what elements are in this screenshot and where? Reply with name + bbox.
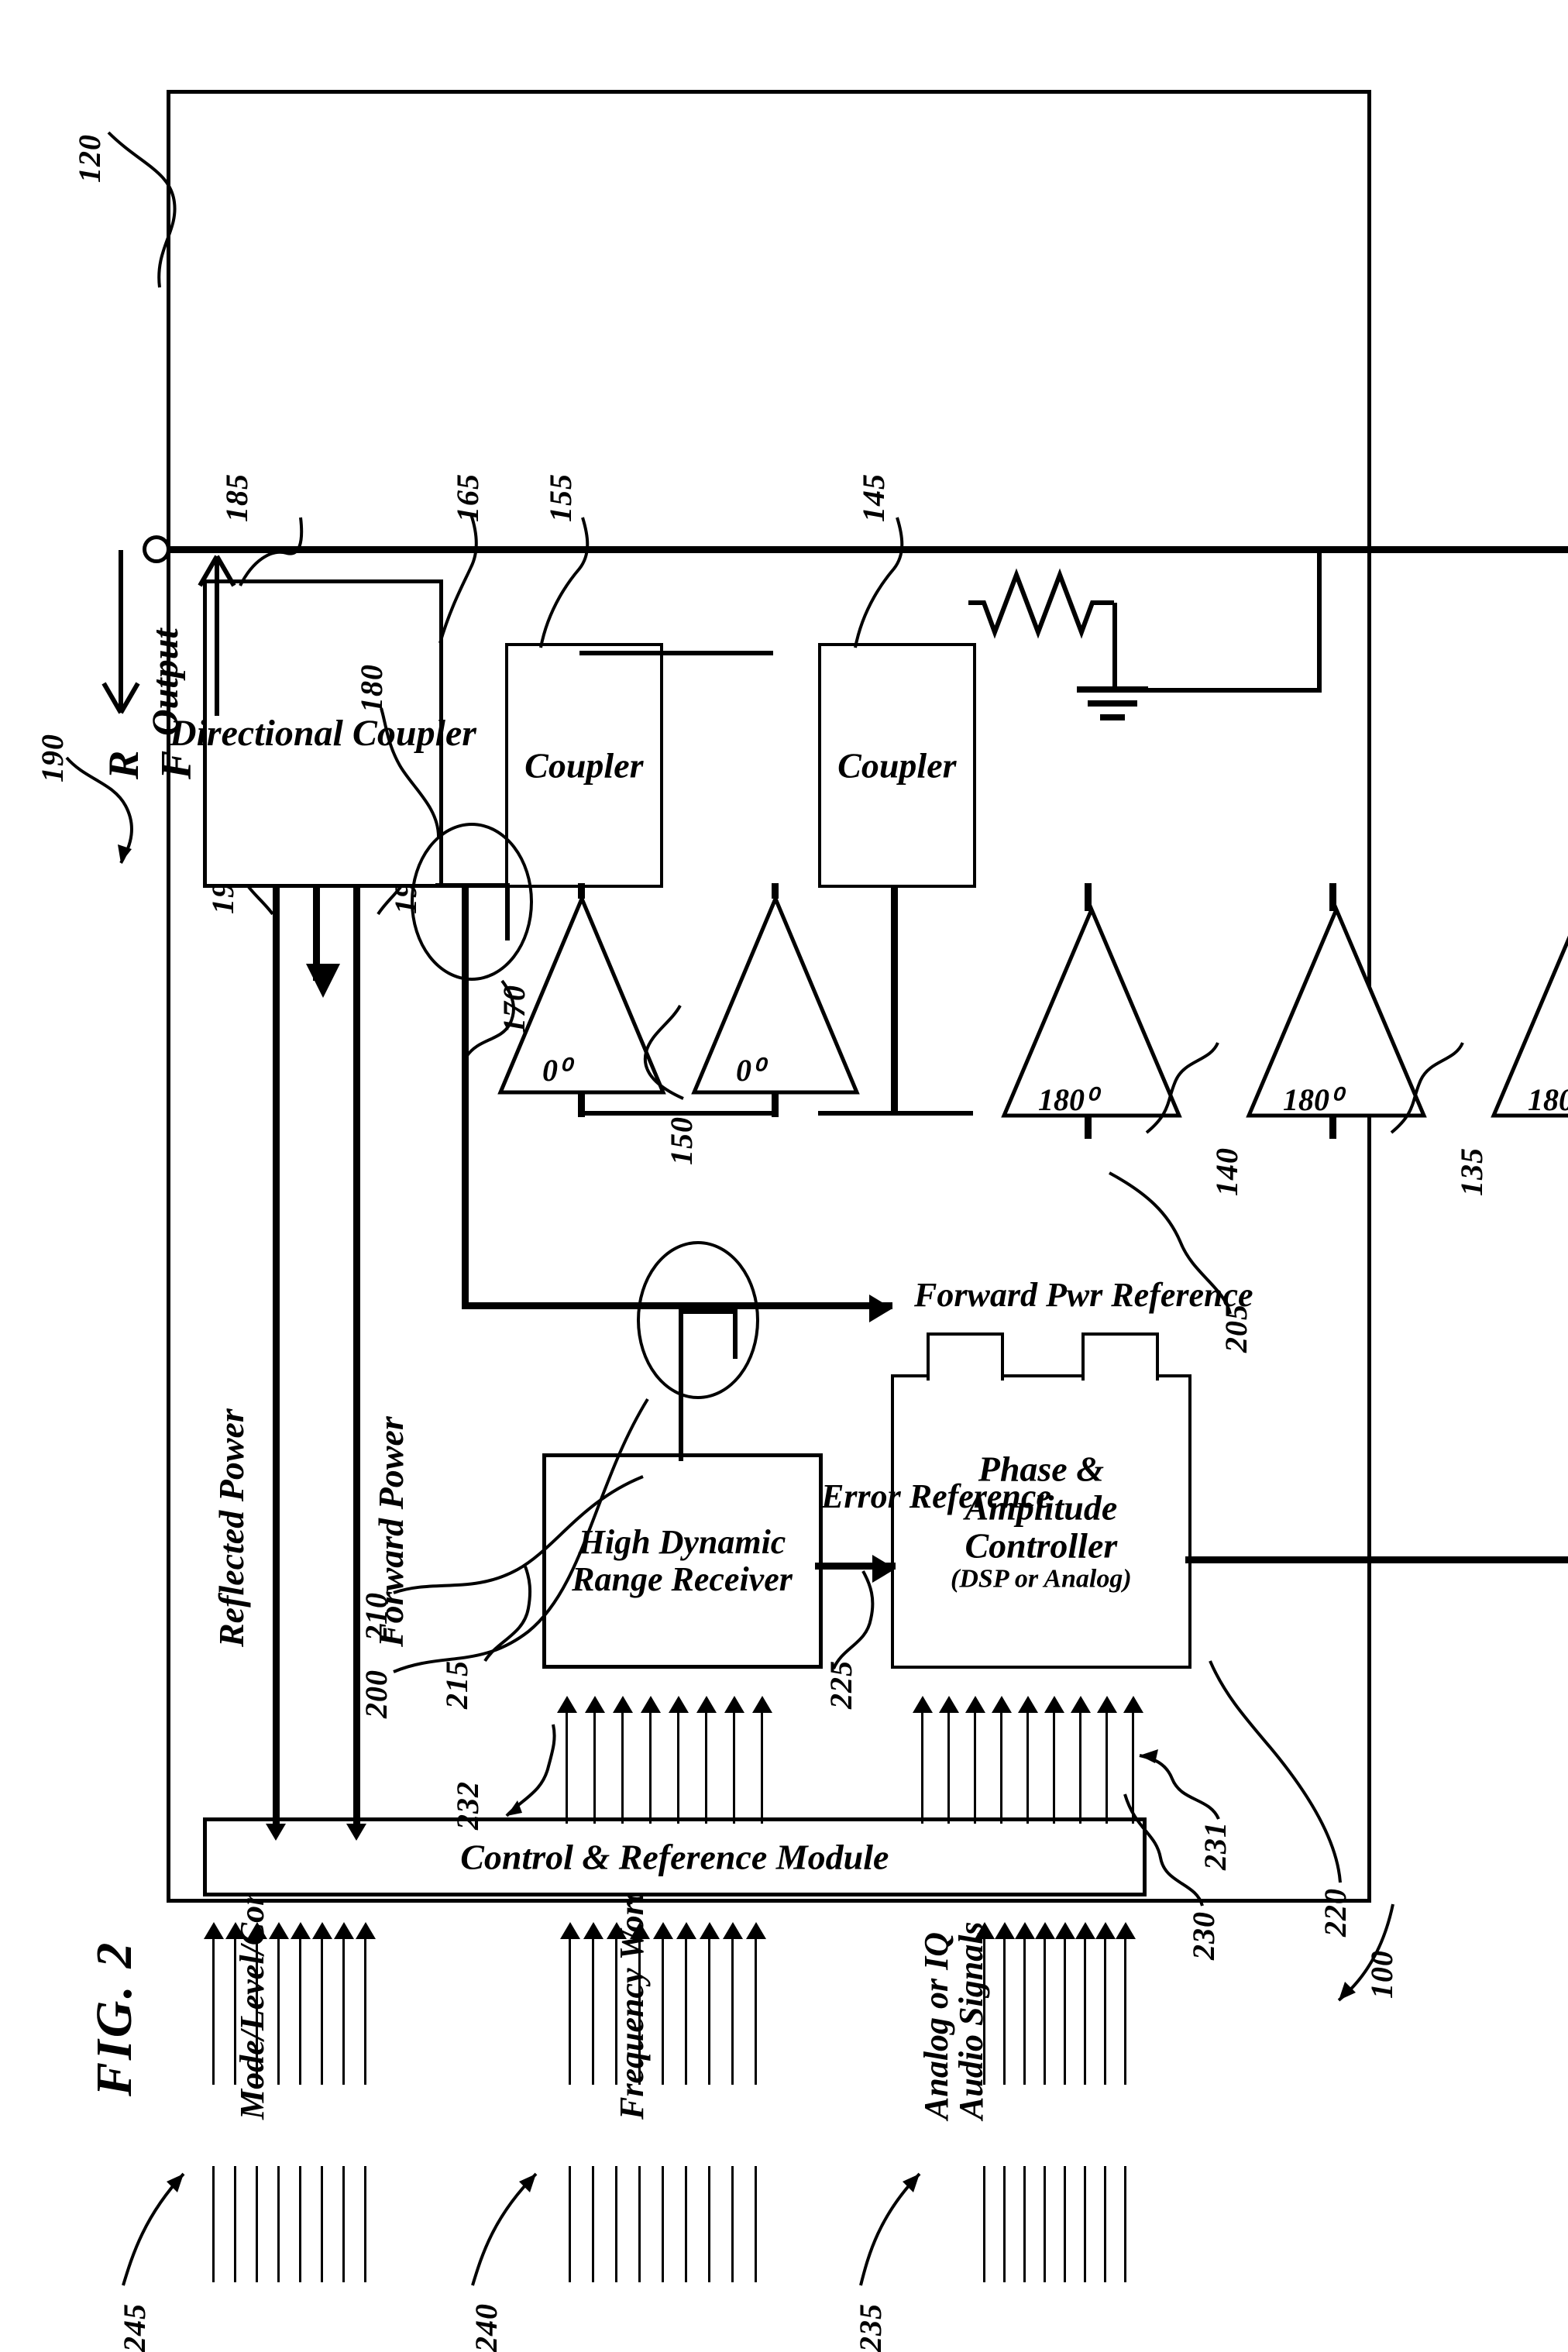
arrow-F-output bbox=[198, 555, 236, 716]
amp-180deg-2-label: 180⁰ bbox=[1283, 1082, 1343, 1117]
amp-180deg-1-label: 180⁰ bbox=[1528, 1082, 1568, 1117]
leader-220 bbox=[1209, 1660, 1342, 1883]
resistor-termination bbox=[968, 568, 1112, 639]
leader-140 bbox=[1145, 1042, 1219, 1134]
leader-240 bbox=[471, 2172, 538, 2286]
forward-pwr-reference-line-v bbox=[462, 1302, 892, 1309]
ground-lead bbox=[1112, 603, 1117, 693]
figure-caption: FIG. 2 bbox=[86, 1940, 143, 2096]
bus-audio-signals bbox=[975, 1899, 1136, 2085]
arrow-forward-pwr-reference bbox=[869, 1295, 892, 1322]
bus-frequency-word bbox=[560, 1899, 790, 2085]
link-amp135-amp140 bbox=[1329, 883, 1336, 911]
leader-150 bbox=[643, 1004, 684, 1100]
coupler145-left-feed bbox=[891, 886, 898, 1116]
feed-amp135 bbox=[1329, 1116, 1336, 1139]
chassis-rail-110 bbox=[163, 546, 1568, 553]
leader-enclosure bbox=[107, 131, 177, 288]
label-frequency-word: Frequency Word bbox=[613, 1885, 651, 2120]
bus-mode-leads bbox=[209, 2135, 380, 2290]
bus-audio-leads bbox=[980, 2135, 1135, 2290]
label-reflected-power: Reflected Power bbox=[211, 1408, 251, 1647]
label-audio-line2: Audio Signals bbox=[952, 1921, 990, 2120]
label-rf-output-word: Output bbox=[145, 628, 186, 736]
leader-190-output bbox=[65, 756, 133, 865]
ground-rail-drop bbox=[1112, 688, 1320, 693]
leader-180 bbox=[380, 707, 440, 837]
label-audio-line1: Analog or IQ bbox=[917, 1931, 955, 2120]
pac-tab-lower bbox=[1081, 1332, 1159, 1381]
forward-power-line bbox=[353, 888, 360, 1824]
split-bar bbox=[578, 1111, 773, 1116]
label-forward-power: Forward Power bbox=[371, 1416, 411, 1647]
ref-235: 235 bbox=[853, 2303, 888, 2352]
arrow-forward-power bbox=[346, 1824, 366, 1841]
amp-0deg-right-label: 0⁰ bbox=[736, 1053, 765, 1088]
ref-230: 230 bbox=[1186, 1911, 1221, 1960]
ref-220: 220 bbox=[1318, 1888, 1353, 1937]
link-amp140-coupler145 bbox=[1085, 883, 1092, 911]
block-coupler-145[interactable]: Coupler bbox=[818, 643, 976, 888]
leader-225 bbox=[832, 1570, 875, 1669]
leader-200 bbox=[393, 1398, 649, 1673]
leader-155 bbox=[539, 517, 590, 648]
arrow-reflected-power bbox=[266, 1824, 286, 1841]
label-error-reference: Error Reference bbox=[821, 1477, 1051, 1515]
reflected-power-line bbox=[273, 888, 280, 1824]
leader-135 bbox=[1390, 1042, 1464, 1134]
leader-165 bbox=[438, 514, 478, 644]
ref-240: 240 bbox=[469, 2303, 504, 2352]
bus-crm-to-controller bbox=[913, 1669, 1150, 1824]
amp-0deg-left-label: 0⁰ bbox=[542, 1053, 571, 1088]
pac-label-line4: (DSP or Analog) bbox=[951, 1564, 1132, 1594]
block-control-reference-module[interactable]: Control & Reference Module bbox=[203, 1817, 1147, 1896]
coupler155-right-rail bbox=[579, 651, 773, 655]
link-amp0L-coupler155 bbox=[578, 883, 585, 899]
feed-amp140 bbox=[1085, 1116, 1092, 1139]
ref-245: 245 bbox=[117, 2303, 152, 2352]
arrow-R-output bbox=[101, 550, 140, 714]
bus-frequency-leads bbox=[566, 2135, 790, 2290]
arrow-rf-output bbox=[306, 964, 340, 998]
ref-150: 150 bbox=[664, 1116, 699, 1165]
link-amp0R-coupler155 bbox=[772, 883, 779, 899]
pac-label-line3: Controller bbox=[965, 1525, 1118, 1566]
ref-135: 135 bbox=[1454, 1147, 1489, 1196]
block-phase-amplitude-controller[interactable]: Phase & Amplitude Controller (DSP or Ana… bbox=[891, 1374, 1191, 1669]
leader-235 bbox=[859, 2172, 921, 2286]
coupler-155-label: Coupler bbox=[524, 745, 644, 786]
leader-245 bbox=[122, 2172, 185, 2286]
ref-232: 232 bbox=[450, 1781, 485, 1830]
pac-tab-upper bbox=[927, 1332, 1004, 1381]
coupler-145-label: Coupler bbox=[837, 745, 957, 786]
patent-figure-page: FIG. 2 100 120 Analog or IQ Audio Signal… bbox=[0, 0, 1568, 2352]
block-control-reference-module-label: Control & Reference Module bbox=[460, 1837, 889, 1877]
leader-145 bbox=[854, 517, 904, 648]
amp-180deg-3-label: 180⁰ bbox=[1038, 1082, 1098, 1117]
bus-crm-to-receiver bbox=[557, 1669, 795, 1824]
feed-pac-down bbox=[1185, 1556, 1568, 1563]
ref-140: 140 bbox=[1209, 1147, 1244, 1196]
block-coupler-155[interactable]: Coupler bbox=[505, 643, 663, 888]
ground-rail-to-bus bbox=[1317, 553, 1322, 693]
